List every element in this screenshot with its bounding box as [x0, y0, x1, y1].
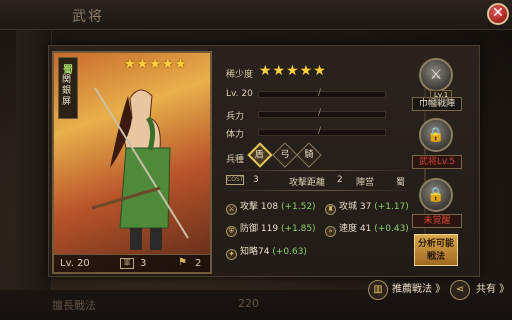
- analyze-skill-button[interactable]: 分析可能 戦法: [414, 234, 458, 266]
- shield-troop-icon: 盾: [254, 150, 264, 161]
- analyze-label-line1: 分析可能: [417, 239, 454, 249]
- stat-attack-growth: (+1.52): [280, 202, 316, 212]
- hp-separator: /: [318, 126, 322, 136]
- stat-attack-value: 108: [260, 202, 279, 212]
- stat-attack: ⚔ 攻擊 108 (+1.52): [226, 199, 316, 215]
- stat-intelligence-name: 知略: [240, 247, 259, 257]
- camp-value: 蜀: [396, 178, 406, 188]
- cost-value: 3: [253, 175, 259, 185]
- range-value: 2: [337, 175, 343, 185]
- stat-speed: » 速度 41 (+0.43): [325, 221, 409, 237]
- skill-slot-2[interactable]: 🔒: [419, 118, 453, 152]
- troop-type-icon: ⚑: [178, 257, 187, 268]
- sword-icon: ⚔: [226, 204, 237, 215]
- lock-icon: 🔒: [427, 127, 445, 143]
- skill-1-name[interactable]: 巾幗戦陣: [412, 97, 462, 111]
- cavalry-troop-icon: 騎: [304, 150, 314, 160]
- cost-label-icon: COST: [226, 175, 244, 185]
- hp-label: 体力: [226, 130, 245, 140]
- skill-slot-3[interactable]: 🔒: [419, 178, 453, 212]
- background-bottom-left-text: 擅長戰法: [52, 299, 96, 312]
- card-type-count: 2: [195, 258, 202, 269]
- skill-1-icon: ⚔: [429, 67, 443, 83]
- stat-siege-growth: (+1.17): [374, 202, 409, 212]
- analyze-label-line2: 戦法: [426, 252, 445, 262]
- level-bar: [258, 91, 386, 98]
- range-label: 攻擊距離: [289, 178, 326, 188]
- card-level: Lv. 20: [60, 258, 90, 269]
- background-list-strip: [16, 30, 52, 300]
- bow-troop-icon: 弓: [280, 150, 290, 160]
- skill-slot-1[interactable]: ⚔: [419, 58, 453, 92]
- shield-icon: ⛨: [226, 226, 237, 237]
- troops-bar: [258, 111, 386, 118]
- share-button[interactable]: 共有 》: [476, 280, 509, 300]
- troops-row: 兵力 /: [226, 108, 386, 122]
- card-faction: 蜀: [63, 65, 73, 76]
- chevron-right-icon: 》: [499, 284, 510, 295]
- general-portrait: [91, 87, 189, 250]
- level-row: Lv. 20 /: [226, 88, 386, 101]
- stat-speed-value: 41: [359, 224, 372, 234]
- skill-3-unlock-condition: 未覚醒: [412, 214, 462, 228]
- stat-speed-growth: (+0.43): [374, 224, 409, 234]
- troop-type-label: 兵種: [226, 155, 245, 165]
- stat-defense: ⛨ 防御 119 (+1.85): [226, 221, 316, 237]
- chevron-right-icon: 》: [435, 284, 446, 295]
- skill-2-unlock-condition: 武将Lv.5: [412, 155, 462, 169]
- stat-siege-name: 攻城: [339, 202, 358, 212]
- lock-icon: 🔒: [427, 187, 445, 203]
- stat-intelligence-growth: (+0.63): [272, 247, 307, 257]
- close-button[interactable]: ✕: [487, 3, 509, 25]
- hp-row: 体力 /: [226, 126, 386, 140]
- level-label: Lv. 20: [226, 89, 253, 99]
- stat-defense-value: 119: [260, 224, 279, 234]
- stat-attack-name: 攻擊: [240, 202, 259, 212]
- share-icon[interactable]: ⋖: [450, 280, 470, 300]
- siege-icon: ♜: [325, 204, 336, 215]
- rarity-label: 稀少度: [226, 70, 254, 80]
- recommend-skill-label: 推薦戦法: [392, 284, 432, 295]
- speed-icon: »: [325, 226, 336, 237]
- window-title: 武将: [72, 9, 104, 25]
- stat-speed-name: 速度: [339, 224, 358, 234]
- card-general-name: 関銀屏: [62, 75, 72, 107]
- stat-defense-growth: (+1.85): [280, 224, 316, 234]
- recommend-skill-icon[interactable]: ▥: [368, 280, 388, 300]
- card-star-rating: ★★★★★: [124, 57, 188, 72]
- strategy-icon: ✦: [226, 249, 237, 260]
- stat-intelligence: ✦ 知略74 (+0.63): [226, 244, 307, 260]
- background-bottom-middle-text: 220: [238, 297, 259, 310]
- level-separator: /: [318, 88, 322, 98]
- card-name-banner: 蜀 関銀屏: [58, 57, 78, 119]
- troops-separator: /: [318, 108, 322, 118]
- stat-siege: ♜ 攻城 37 (+1.17): [325, 199, 409, 215]
- hp-bar: [258, 129, 386, 136]
- stat-siege-value: 37: [359, 202, 372, 212]
- stat-intelligence-value: 74: [258, 247, 270, 257]
- stat-defense-name: 防御: [240, 224, 259, 234]
- divider-bottom: [222, 190, 417, 191]
- cost-icon: 軍: [120, 258, 134, 269]
- share-label: 共有: [476, 284, 496, 295]
- card-footer: Lv. 20 軍 3 ⚑ 2: [54, 254, 210, 272]
- divider-top: [222, 170, 417, 171]
- general-card[interactable]: ★★★★★ 蜀 関銀屏 Lv. 20 軍 3 ⚑ 2: [52, 51, 212, 274]
- recommend-skill-button[interactable]: 推薦戦法 》: [392, 280, 445, 300]
- camp-label: 陣営: [356, 178, 375, 188]
- close-icon: ✕: [492, 5, 504, 21]
- troops-label: 兵力: [226, 112, 245, 122]
- rarity-stars: ★★★★★: [259, 63, 327, 79]
- card-cost: 3: [140, 258, 147, 269]
